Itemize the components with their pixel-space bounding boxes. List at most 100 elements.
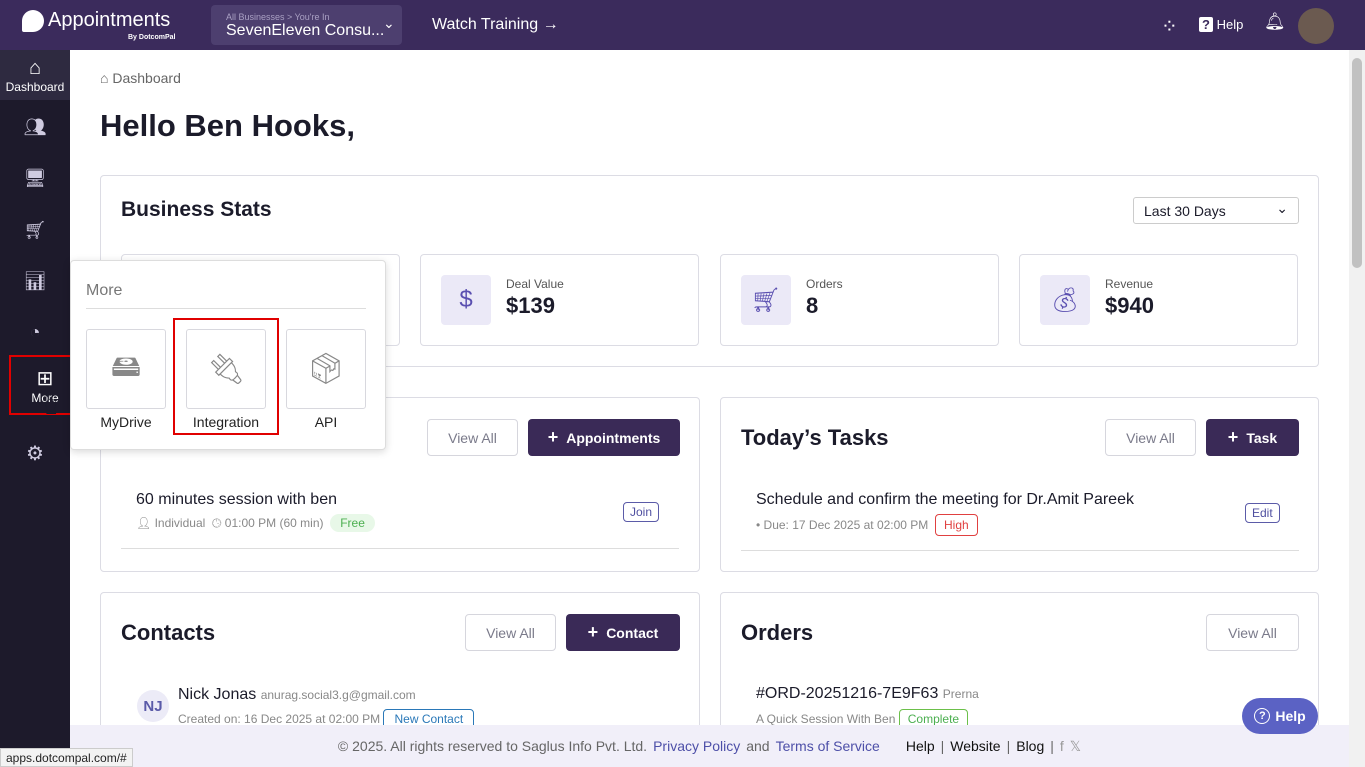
order-customer: Prerna	[942, 687, 979, 701]
sidebar-item-label: Dashboard	[5, 79, 65, 94]
box-icon: 📦︎	[306, 352, 346, 386]
and-text: and	[746, 738, 770, 754]
sidebar-item-reports[interactable]: 📊︎	[0, 256, 70, 306]
mydrive-tile[interactable]: 🖴	[86, 329, 166, 409]
x-icon[interactable]: 𝕏	[1070, 738, 1081, 755]
stat-label: Revenue	[1105, 277, 1154, 291]
drive-icon: 🖴	[110, 349, 142, 383]
tile-label: API	[314, 414, 338, 430]
avatar[interactable]	[1298, 8, 1334, 44]
section-title: Orders	[741, 620, 814, 645]
appointment-title[interactable]: 60 minutes session with ben	[136, 491, 337, 509]
terms-link[interactable]: Terms of Service	[776, 738, 880, 754]
copyright: © 2025. All rights reserved to Saglus In…	[337, 738, 648, 754]
help-icon: ?	[1199, 17, 1213, 32]
sidebar-item-gauge[interactable]: ◔	[0, 307, 70, 357]
priority-badge: High	[934, 514, 978, 536]
sidebar-item-contacts[interactable]: 👥︎	[0, 102, 70, 152]
help-fab[interactable]: ? Help	[1242, 698, 1318, 734]
status-url: apps.dotcompal.com/#	[0, 748, 133, 767]
tile-label: Integration	[192, 414, 260, 430]
help-fab-label: Help	[1275, 708, 1306, 724]
app-logo[interactable]: Appointments By DotcomPal	[20, 8, 190, 44]
range-select[interactable]: Last 30 Days ⌄	[1133, 197, 1299, 224]
add-contact-button[interactable]: + Contact	[566, 614, 680, 651]
sidebar-item-monitor[interactable]: 🖥︎	[0, 153, 70, 203]
cart-icon: 🛒︎	[741, 275, 791, 325]
stat-card-deal-value: $ Deal Value $139	[420, 254, 699, 346]
contact-line: Nick Jonas anurag.social3.g@gmail.com	[178, 686, 416, 704]
watch-training-link[interactable]: Watch Training →	[432, 16, 559, 34]
chevron-down-icon: ⌄	[383, 15, 395, 31]
breadcrumb: ⌂ Dashboard	[100, 70, 181, 86]
logo-icon	[22, 10, 44, 32]
money-bag-icon: 💰︎	[1040, 275, 1090, 325]
add-appointment-button[interactable]: + Appointments	[528, 419, 680, 456]
button-label: View All	[1228, 624, 1277, 641]
stat-value: $139	[506, 293, 555, 318]
task-title[interactable]: Schedule and confirm the meeting for Dr.…	[756, 491, 1134, 509]
chevron-down-icon: ⌄	[1276, 200, 1288, 216]
home-icon: ⌂	[28, 56, 42, 79]
help-label: Help	[1216, 17, 1244, 32]
page-title: Hello Ben Hooks,	[100, 108, 355, 143]
join-button[interactable]: Join	[623, 502, 660, 522]
scrollbar-thumb[interactable]	[1352, 58, 1362, 268]
scrollbar[interactable]	[1349, 50, 1365, 767]
sidebar-item-cart[interactable]: 🛒︎	[0, 205, 70, 255]
privacy-link[interactable]: Privacy Policy	[653, 738, 740, 754]
website-link[interactable]: Website	[950, 738, 1000, 754]
sidebar-item-dashboard[interactable]: ⌂ Dashboard	[0, 50, 70, 100]
button-label: Appointments	[566, 429, 661, 446]
order-product: A Quick Session With Ben	[756, 712, 896, 726]
divider	[741, 550, 1299, 551]
plus-icon: +	[547, 427, 559, 447]
bell-icon[interactable]: 🔔︎	[1264, 12, 1286, 32]
stat-value: 8	[806, 293, 819, 318]
integration-tile[interactable]: 🔌︎	[186, 329, 266, 409]
section-title: Today’s Tasks	[741, 425, 889, 450]
stat-card-orders: 🛒︎ Orders 8	[720, 254, 999, 346]
stat-label: Orders	[806, 277, 843, 291]
plus-icon: +	[587, 622, 599, 642]
view-all-appointments-button[interactable]: View All	[427, 419, 518, 456]
stat-card-revenue: 💰︎ Revenue $940	[1019, 254, 1298, 346]
section-title: Contacts	[121, 620, 216, 645]
footer-help-link[interactable]: Help	[906, 738, 935, 754]
contacts-icon: 👥︎	[23, 116, 47, 137]
order-id[interactable]: #ORD-20251216-7E9F63	[756, 685, 938, 702]
api-tile[interactable]: 📦︎	[286, 329, 366, 409]
blog-link[interactable]: Blog	[1016, 738, 1044, 754]
home-icon: ⌂	[100, 70, 109, 86]
clock-icon: 🕓︎	[211, 516, 222, 530]
contact-name[interactable]: Nick Jonas	[178, 686, 256, 703]
view-all-orders-button[interactable]: View All	[1206, 614, 1299, 651]
business-name: SevenEleven Consu...	[226, 22, 385, 39]
cart-icon: 🛒︎	[23, 219, 47, 240]
add-task-button[interactable]: + Task	[1206, 419, 1299, 456]
question-icon: ?	[1254, 708, 1271, 724]
view-all-contacts-button[interactable]: View All	[465, 614, 556, 651]
contact-avatar: NJ	[137, 690, 169, 722]
button-label: View All	[1126, 429, 1175, 446]
facebook-icon[interactable]: f	[1060, 738, 1064, 754]
app-name: Appointments	[48, 9, 171, 31]
tile-label: MyDrive	[100, 414, 152, 430]
plus-icon: +	[1227, 427, 1239, 447]
apps-grid-icon[interactable]: ⁘	[1161, 14, 1178, 39]
chart-icon: 📊︎	[23, 270, 47, 291]
footer: © 2025. All rights reserved to Saglus In…	[70, 725, 1349, 767]
sidebar-item-settings[interactable]: ⚙	[0, 428, 70, 478]
plug-icon: 🔌︎	[206, 352, 246, 386]
more-popup: More 🖴 MyDrive 🔌︎ Integration 📦︎ API	[70, 260, 386, 450]
breadcrumb-item[interactable]: Dashboard	[112, 70, 181, 86]
business-label: All Businesses > You're In	[226, 12, 330, 22]
tasks-card: Today’s Tasks View All + Task Schedule an…	[720, 397, 1319, 572]
stat-label: Deal Value	[506, 277, 564, 291]
help-button[interactable]: ? Help	[1199, 17, 1243, 32]
app-sub: By DotcomPal	[128, 34, 176, 41]
view-all-tasks-button[interactable]: View All	[1105, 419, 1196, 456]
divider	[86, 308, 366, 309]
edit-button[interactable]: Edit	[1245, 503, 1280, 523]
business-selector[interactable]: All Businesses > You're In SevenEleven C…	[211, 5, 402, 45]
